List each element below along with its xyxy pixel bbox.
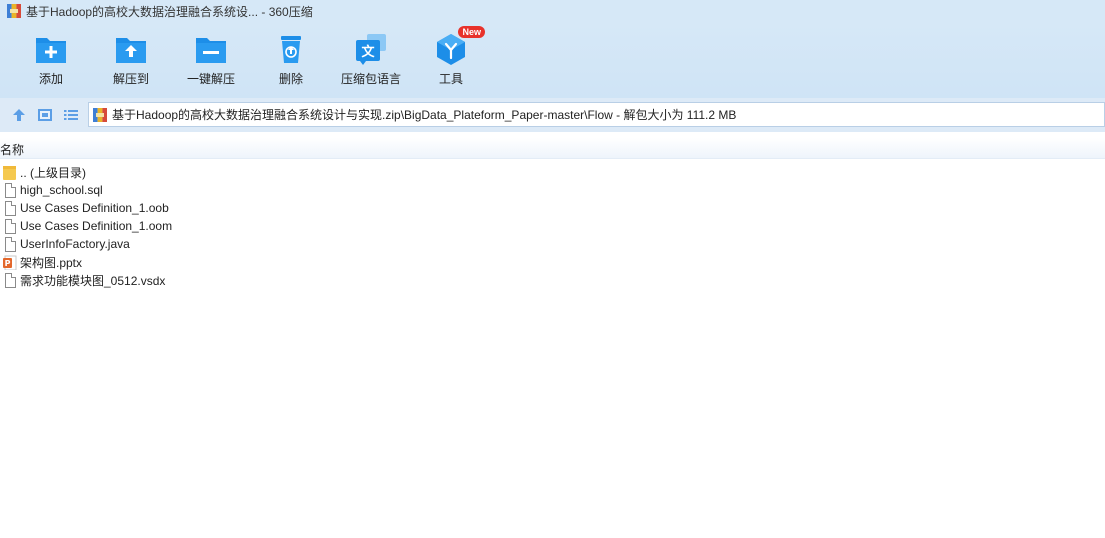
delete-label: 删除 (278, 72, 303, 86)
archive-language-button[interactable]: 文 压缩包语言 (335, 32, 407, 92)
svg-text:P: P (5, 259, 11, 268)
address-bar: 基于Hadoop的高校大数据治理融合系统设计与实现.zip\BigData_Pl… (0, 98, 1105, 132)
toolbar: 添加 解压到 一键解压 删除 文 压缩包语言 New 工具 (0, 22, 1105, 98)
file-name: UserInfoFactory.java (20, 237, 130, 251)
archive-path: 基于Hadoop的高校大数据治理融合系统设计与实现.zip\BigData_Pl… (112, 108, 737, 122)
zip-archive-icon (93, 107, 107, 122)
list-view-icon[interactable] (63, 107, 79, 123)
up-arrow-icon[interactable] (11, 107, 27, 123)
file-name: .. (上级目录) (20, 165, 86, 180)
title-bar: 基于Hadoop的高校大数据治理融合系统设... - 360压缩 (0, 0, 1105, 22)
add-label: 添加 (38, 72, 63, 86)
folder-icon (3, 165, 17, 180)
name-column-header[interactable]: 名称 (0, 141, 24, 158)
tools-button[interactable]: New 工具 (415, 26, 487, 92)
archive-app-icon (7, 4, 21, 18)
file-icon (5, 200, 16, 216)
delete-button[interactable]: 删除 (255, 32, 327, 92)
file-name: Use Cases Definition_1.oob (20, 201, 169, 215)
tools-cube-icon: New (434, 26, 485, 66)
new-badge: New (458, 26, 485, 38)
list-item[interactable]: UserInfoFactory.java (0, 235, 1105, 253)
one-click-folder-icon (194, 32, 228, 66)
file-list: .. (上级目录) high_school.sql Use Cases Defi… (0, 163, 1105, 289)
list-item-parent-directory[interactable]: .. (上级目录) (0, 163, 1105, 181)
extract-to-button[interactable]: 解压到 (95, 32, 167, 92)
list-item[interactable]: Use Cases Definition_1.oob (0, 199, 1105, 217)
list-item[interactable]: 需求功能模块图_0512.vsdx (0, 271, 1105, 289)
one-click-extract-label: 一键解压 (186, 72, 235, 86)
pptx-icon: P (3, 255, 17, 270)
language-icon: 文 (354, 32, 388, 66)
list-item[interactable]: P 架构图.pptx (0, 253, 1105, 271)
file-icon (5, 182, 16, 198)
add-folder-icon (34, 32, 68, 66)
file-icon (5, 272, 16, 288)
archive-language-label: 压缩包语言 (340, 72, 401, 86)
file-name: high_school.sql (20, 183, 103, 197)
file-icon (5, 218, 16, 234)
one-click-extract-button[interactable]: 一键解压 (175, 32, 247, 92)
file-name: Use Cases Definition_1.oom (20, 219, 173, 233)
add-button[interactable]: 添加 (15, 32, 87, 92)
file-icon (5, 236, 16, 252)
list-item[interactable]: Use Cases Definition_1.oom (0, 217, 1105, 235)
thumbnail-view-icon[interactable] (37, 107, 53, 123)
recycle-bin-icon (274, 32, 308, 66)
file-name: 需求功能模块图_0512.vsdx (20, 273, 166, 288)
extract-folder-icon (114, 32, 148, 66)
svg-text:文: 文 (361, 44, 375, 60)
file-name: 架构图.pptx (20, 255, 83, 270)
column-header: 名称 (0, 138, 1105, 159)
list-item[interactable]: high_school.sql (0, 181, 1105, 199)
path-field[interactable]: 基于Hadoop的高校大数据治理融合系统设计与实现.zip\BigData_Pl… (88, 102, 1105, 127)
tools-label: 工具 (438, 72, 463, 86)
window-title: 基于Hadoop的高校大数据治理融合系统设... - 360压缩 (26, 4, 313, 19)
extract-to-label: 解压到 (112, 72, 149, 86)
